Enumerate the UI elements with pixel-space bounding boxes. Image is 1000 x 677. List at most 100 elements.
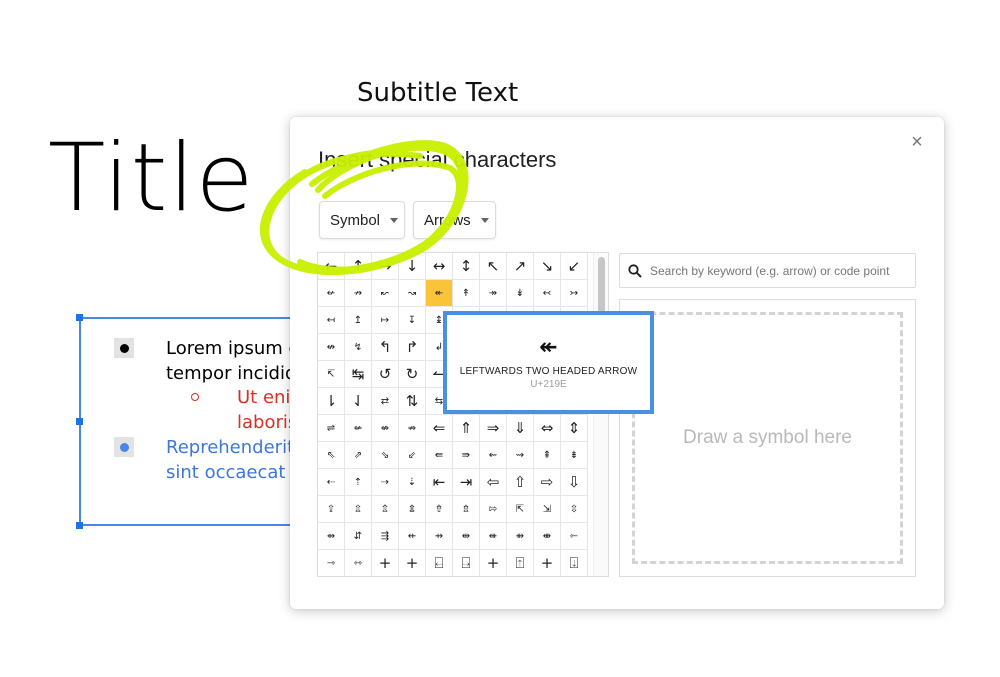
symbol-cell[interactable]: ⇕ bbox=[561, 415, 588, 442]
close-button[interactable]: × bbox=[906, 131, 928, 153]
symbol-cell[interactable]: ⇭ bbox=[399, 496, 426, 523]
symbol-cell[interactable]: ⇔ bbox=[534, 415, 561, 442]
subcategory-dropdown[interactable]: Arrows bbox=[413, 201, 496, 239]
symbol-cell[interactable]: ⇸ bbox=[426, 523, 453, 550]
draw-canvas[interactable]: Draw a symbol here bbox=[632, 312, 903, 564]
symbol-cell[interactable]: ⇽ bbox=[561, 523, 588, 550]
symbol-cell[interactable]: ⇒ bbox=[480, 415, 507, 442]
symbol-cell[interactable]: ⍇ bbox=[426, 550, 453, 576]
symbol-cell[interactable]: ⇲ bbox=[534, 496, 561, 523]
symbol-cell[interactable]: ⇦ bbox=[480, 469, 507, 496]
symbol-cell[interactable]: ↕ bbox=[453, 253, 480, 280]
symbol-cell[interactable]: ↛ bbox=[345, 280, 372, 307]
symbol-cell[interactable]: ↱ bbox=[399, 334, 426, 361]
symbol-cell[interactable]: ⇹ bbox=[453, 523, 480, 550]
symbol-cell[interactable]: ↓ bbox=[399, 253, 426, 280]
symbol-cell[interactable]: ↟ bbox=[453, 280, 480, 307]
symbol-cell[interactable]: + bbox=[480, 550, 507, 576]
symbol-cell[interactable]: ⇻ bbox=[507, 523, 534, 550]
symbol-cell[interactable]: ⇑ bbox=[453, 415, 480, 442]
search-input[interactable] bbox=[648, 262, 912, 279]
symbol-cell[interactable]: ↧ bbox=[399, 307, 426, 334]
symbol-cell[interactable]: ⇠ bbox=[318, 469, 345, 496]
symbol-cell[interactable]: ↯ bbox=[345, 334, 372, 361]
symbol-cell[interactable]: ⇤ bbox=[426, 469, 453, 496]
symbol-cell[interactable]: ⇵ bbox=[345, 523, 372, 550]
symbol-cell[interactable]: ⇖ bbox=[318, 442, 345, 469]
symbol-cell[interactable]: + bbox=[399, 550, 426, 576]
symbol-cell[interactable]: ↙ bbox=[561, 253, 588, 280]
symbol-cell[interactable]: ⇥ bbox=[453, 469, 480, 496]
symbol-cell[interactable]: ↮ bbox=[318, 334, 345, 361]
symbol-cell[interactable]: ⇞ bbox=[534, 442, 561, 469]
symbol-cell[interactable]: ⇺ bbox=[480, 523, 507, 550]
symbol-cell[interactable]: ⍐ bbox=[507, 550, 534, 576]
symbol-cell[interactable]: ⇛ bbox=[453, 442, 480, 469]
symbol-cell[interactable]: ⇬ bbox=[372, 496, 399, 523]
symbol-cell[interactable]: ⇮ bbox=[426, 496, 453, 523]
symbol-cell[interactable]: ⇜ bbox=[480, 442, 507, 469]
resize-handle-middle-left[interactable] bbox=[76, 418, 83, 425]
symbol-cell[interactable]: ↡ bbox=[507, 280, 534, 307]
symbol-cell[interactable]: ← bbox=[318, 253, 345, 280]
symbol-cell[interactable]: ⇩ bbox=[561, 469, 588, 496]
symbol-cell[interactable]: ↝ bbox=[399, 280, 426, 307]
symbol-cell[interactable]: ⇎ bbox=[372, 415, 399, 442]
symbol-cell[interactable]: ⇨ bbox=[534, 469, 561, 496]
symbol-cell[interactable]: ⇯ bbox=[453, 496, 480, 523]
symbol-cell[interactable]: ⇢ bbox=[372, 469, 399, 496]
resize-handle-bottom-left[interactable] bbox=[76, 522, 83, 529]
symbol-cell[interactable]: ⇄ bbox=[372, 388, 399, 415]
symbol-search-box[interactable] bbox=[619, 253, 916, 288]
symbol-cell[interactable]: ↘ bbox=[534, 253, 561, 280]
symbol-cell[interactable]: ⇙ bbox=[399, 442, 426, 469]
symbol-cell[interactable]: ⇣ bbox=[399, 469, 426, 496]
symbol-cell[interactable]: ↔ bbox=[426, 253, 453, 280]
symbol-cell[interactable]: ⇝ bbox=[507, 442, 534, 469]
symbol-cell[interactable]: ↜ bbox=[372, 280, 399, 307]
symbol-cell[interactable]: ↰ bbox=[372, 334, 399, 361]
scrollbar-track[interactable] bbox=[593, 253, 608, 576]
symbol-cell[interactable]: + bbox=[372, 550, 399, 576]
symbol-cell[interactable]: ⇏ bbox=[399, 415, 426, 442]
slide-subtitle[interactable]: Subtitle Text bbox=[357, 78, 518, 108]
symbol-cell[interactable]: ⇘ bbox=[372, 442, 399, 469]
symbol-cell[interactable]: ⇗ bbox=[345, 442, 372, 469]
symbol-cell[interactable]: ⇡ bbox=[345, 469, 372, 496]
symbol-cell[interactable]: ↹ bbox=[345, 361, 372, 388]
symbol-cell[interactable]: ↑ bbox=[345, 253, 372, 280]
symbol-cell[interactable]: ⇍ bbox=[345, 415, 372, 442]
symbol-cell[interactable]: ↣ bbox=[561, 280, 588, 307]
symbol-cell[interactable]: ⇴ bbox=[318, 523, 345, 550]
symbol-cell[interactable]: ⇧ bbox=[507, 469, 534, 496]
symbol-cell[interactable]: ↻ bbox=[399, 361, 426, 388]
symbol-cell[interactable]: ⇶ bbox=[372, 523, 399, 550]
symbol-cell[interactable]: ↸ bbox=[318, 361, 345, 388]
symbol-cell[interactable]: ↖ bbox=[480, 253, 507, 280]
symbol-cell[interactable]: → bbox=[372, 253, 399, 280]
symbol-cell[interactable]: ↥ bbox=[345, 307, 372, 334]
symbol-cell[interactable]: ⇅ bbox=[399, 388, 426, 415]
symbol-cell[interactable]: ⇫ bbox=[345, 496, 372, 523]
symbol-cell[interactable]: + bbox=[534, 550, 561, 576]
symbol-cell[interactable]: ⇌ bbox=[318, 415, 345, 442]
symbol-cell[interactable]: ⍈ bbox=[453, 550, 480, 576]
symbol-cell[interactable]: ⇿ bbox=[345, 550, 372, 576]
symbol-cell[interactable]: ⇾ bbox=[318, 550, 345, 576]
symbol-cell[interactable]: ↺ bbox=[372, 361, 399, 388]
symbol-cell[interactable]: ⇰ bbox=[480, 496, 507, 523]
symbol-cell[interactable]: ↢ bbox=[534, 280, 561, 307]
symbol-cell[interactable]: ⇳ bbox=[561, 496, 588, 523]
symbol-cell[interactable]: ⇷ bbox=[399, 523, 426, 550]
symbol-cell[interactable]: ⇐ bbox=[426, 415, 453, 442]
symbol-cell[interactable]: ⇂ bbox=[318, 388, 345, 415]
symbol-cell[interactable]: ⇓ bbox=[507, 415, 534, 442]
symbol-cell[interactable]: ↗ bbox=[507, 253, 534, 280]
symbol-cell[interactable]: ↞ bbox=[426, 280, 453, 307]
symbol-cell[interactable]: ⇟ bbox=[561, 442, 588, 469]
symbol-cell[interactable]: ↦ bbox=[372, 307, 399, 334]
symbol-cell[interactable]: ⇱ bbox=[507, 496, 534, 523]
symbol-cell[interactable]: ↤ bbox=[318, 307, 345, 334]
symbol-cell[interactable]: ↠ bbox=[480, 280, 507, 307]
symbol-cell[interactable]: ⇚ bbox=[426, 442, 453, 469]
